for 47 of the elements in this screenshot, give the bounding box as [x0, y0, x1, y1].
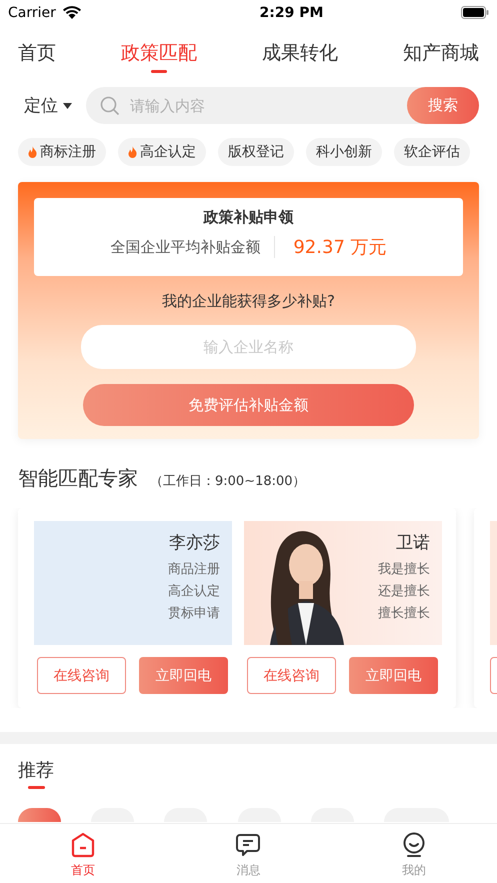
tag-chip[interactable]: 科小创新	[306, 138, 382, 166]
home-icon	[70, 832, 96, 858]
nav-tab[interactable]: 成果转化	[262, 35, 338, 71]
tab-bar-item[interactable]: 我的	[369, 832, 460, 883]
tag-chip[interactable]: 商标注册	[18, 138, 106, 166]
search-icon	[100, 96, 120, 116]
expert-name: 卫诺	[396, 532, 430, 554]
caret-icon	[63, 102, 72, 108]
nav-tab[interactable]: 政策匹配	[121, 35, 197, 71]
section-title: 推荐	[18, 759, 55, 782]
expertise-item: 我是擅长	[378, 561, 430, 578]
hours-text: （工作日：9:00~18:00）	[150, 473, 306, 490]
filter-chip[interactable]	[18, 808, 61, 822]
search-button[interactable]: 搜索	[407, 87, 479, 124]
carrier-label: Carrier	[8, 4, 56, 20]
nav-tab[interactable]: 知产商城	[403, 35, 479, 71]
expertise-item: 商品注册	[168, 561, 220, 578]
callback-button[interactable]: 立即回电	[139, 657, 228, 694]
message-icon	[235, 832, 262, 858]
expertise-item: 还是擅长	[378, 583, 430, 600]
consult-button[interactable]: 在线咨询	[37, 657, 126, 694]
tag-chip[interactable]: 高企认定	[118, 138, 206, 166]
tag-chip[interactable]: 版权登记	[218, 138, 294, 166]
search-field[interactable]: 请输入内容 搜索	[86, 87, 479, 124]
nav-tab[interactable]: 首页	[18, 35, 56, 71]
smiley-icon	[401, 832, 428, 858]
wifi-icon	[62, 6, 82, 20]
question-text: 我的企业能获得多少补贴?	[162, 292, 335, 311]
section-title: 智能匹配专家	[18, 465, 138, 492]
amount-value: 92.37 万元	[293, 236, 387, 259]
expertise-item: 高企认定	[168, 583, 220, 600]
location-dropdown[interactable]: 定位	[24, 94, 72, 117]
battery-icon	[461, 6, 489, 19]
expertise-item: 贯标申请	[168, 605, 220, 622]
expertise-item: 擅长擅长	[378, 605, 430, 622]
tab-bar-item[interactable]: 消息	[203, 832, 294, 883]
tab-bar-item[interactable]: 首页	[38, 832, 128, 883]
clock: 2:29 PM	[260, 4, 324, 20]
flame-icon	[28, 146, 37, 158]
evaluate-button[interactable]: 免费评估补贴金额	[83, 384, 414, 426]
expert-name: 李亦莎	[169, 532, 220, 554]
card-title: 政策补贴申领	[204, 208, 294, 227]
tag-chip[interactable]: 软企评估	[394, 138, 470, 166]
callback-button[interactable]: 立即回电	[349, 657, 438, 694]
average-label: 全国企业平均补贴金额	[110, 238, 260, 256]
flame-icon	[128, 146, 137, 158]
consult-button[interactable]: 在线咨询	[247, 657, 336, 694]
